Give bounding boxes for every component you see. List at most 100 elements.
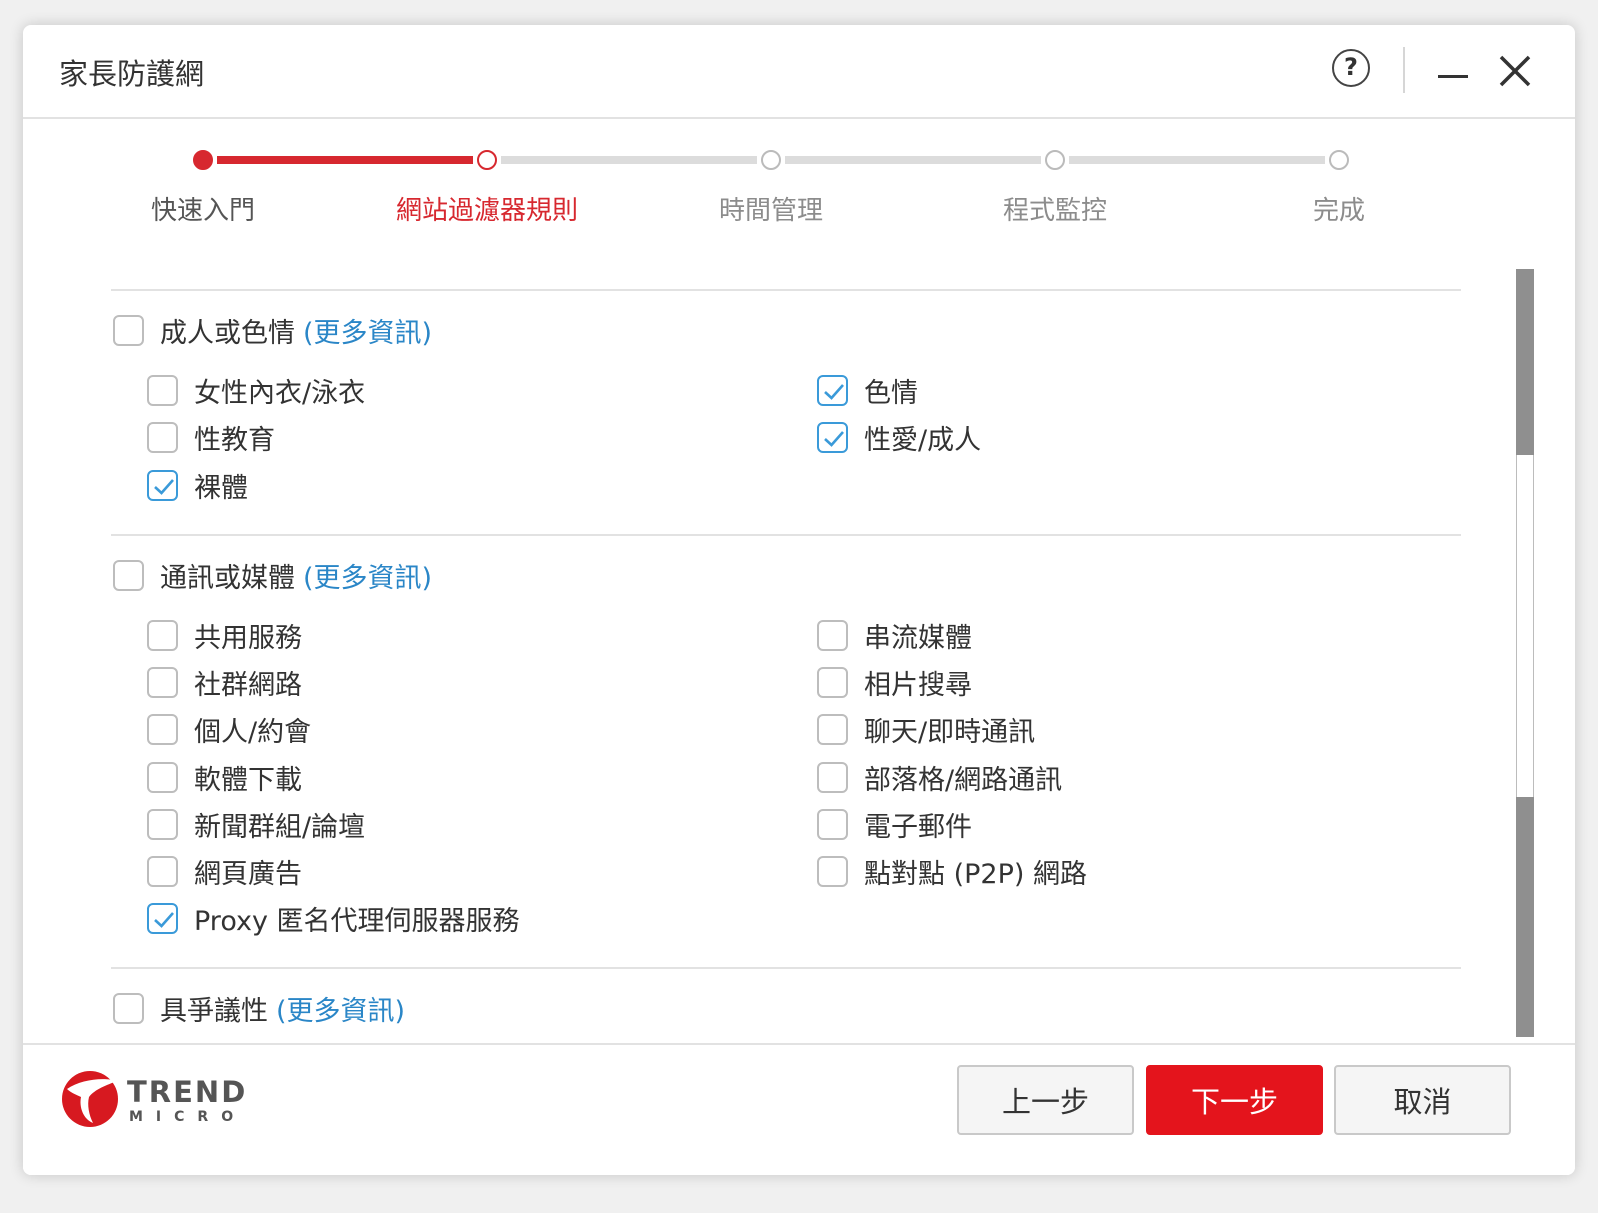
subcategory-row: 相片搜尋 (817, 663, 972, 702)
app-window: 家長防護網 ? 快速入門 網站過濾器規則 時間管理 程式監控 完成 成人或色情 (更多資訊… (23, 25, 1575, 1175)
subcategory-label[interactable]: 共用服務 (194, 616, 302, 655)
logo-submark: MICRO (129, 1109, 247, 1125)
step-label-5: 完成 (1312, 196, 1366, 226)
subcategory-label[interactable]: 個人/約會 (194, 710, 311, 749)
subcategory-label[interactable]: 新聞群組/論壇 (194, 805, 365, 844)
subcategory-checkbox[interactable] (147, 761, 178, 793)
subcategory-row: 女性內衣/泳衣 (147, 371, 365, 410)
trend-micro-logo: TREND MICRO (59, 1067, 259, 1131)
more-info-link[interactable]: (更多資訊) (303, 556, 432, 595)
subcategory-checkbox[interactable] (147, 375, 178, 406)
scrollbar-thumb[interactable] (1516, 455, 1534, 797)
checkmark-icon (824, 384, 844, 400)
more-info-link[interactable]: (更多資訊) (276, 989, 405, 1028)
subcategory-row: 網頁廣告 (147, 852, 302, 891)
subcategory-label[interactable]: Proxy 匿名代理伺服器服務 (194, 899, 520, 938)
checkmark-icon (154, 912, 174, 929)
stepper-track-3 (785, 156, 1041, 164)
subcategory-label[interactable]: 相片搜尋 (864, 663, 972, 702)
subcategory-checkbox[interactable] (147, 856, 178, 888)
subcategory-row: 聊天/即時通訊 (817, 710, 1035, 749)
step-label-2: 網站過濾器規則 (395, 196, 579, 226)
minimize-button[interactable] (1436, 53, 1470, 87)
titlebar-divider (1403, 47, 1405, 93)
subcategory-checkbox[interactable] (817, 619, 848, 651)
subcategory-checkbox[interactable] (817, 422, 848, 454)
subcategory-label[interactable]: 部落格/網路通訊 (864, 758, 1062, 797)
more-info-link[interactable]: (更多資訊) (303, 311, 432, 350)
step-label-3: 時間管理 (718, 196, 824, 226)
subcategory-checkbox[interactable] (147, 903, 178, 935)
title-bar: 家長防護網 ? (23, 25, 1575, 119)
category-row: 成人或色情 (更多資訊) (113, 311, 432, 350)
subcategory-label[interactable]: 串流媒體 (864, 616, 972, 655)
subcategory-checkbox[interactable] (147, 808, 178, 840)
category-row: 具爭議性 (更多資訊) (113, 989, 405, 1028)
stepper-track-2 (501, 156, 757, 164)
subcategory-row: 裸體 (147, 466, 248, 505)
subcategory-row: 社群網路 (147, 663, 302, 702)
subcategory-label[interactable]: 裸體 (194, 466, 248, 505)
help-button[interactable]: ? (1332, 49, 1370, 87)
subcategory-row: 點對點 (P2P) 網路 (817, 852, 1087, 891)
subcategory-row: Proxy 匿名代理伺服器服務 (147, 899, 520, 938)
subcategory-checkbox[interactable] (147, 666, 178, 698)
section-divider (111, 967, 1461, 970)
step-node-5 (1329, 150, 1349, 170)
checkmark-icon (824, 431, 844, 448)
checkmark-icon (154, 478, 174, 495)
wizard-stepper: 快速入門 網站過濾器規則 時間管理 程式監控 完成 (23, 145, 1575, 245)
back-button[interactable]: 上一步 (957, 1065, 1134, 1135)
subcategory-row: 性愛/成人 (817, 418, 981, 457)
subcategory-checkbox[interactable] (817, 714, 848, 746)
subcategory-label[interactable]: 社群網路 (194, 663, 302, 702)
cancel-button[interactable]: 取消 (1334, 1065, 1511, 1135)
logo-wordmark: TREND (127, 1075, 248, 1109)
close-button[interactable] (1495, 51, 1535, 91)
next-button[interactable]: 下一步 (1146, 1065, 1323, 1135)
subcategory-row: 色情 (817, 371, 918, 410)
category-label[interactable]: 具爭議性 (160, 989, 268, 1028)
subcategory-checkbox[interactable] (817, 761, 848, 793)
category-checkbox[interactable] (113, 993, 144, 1025)
step-node-3 (761, 150, 781, 170)
subcategory-label[interactable]: 性教育 (194, 418, 275, 457)
footer-bar: TREND MICRO 上一步 下一步 取消 (23, 1043, 1575, 1175)
step-node-1 (193, 150, 213, 170)
step-node-2 (477, 150, 497, 170)
subcategory-checkbox[interactable] (147, 619, 178, 651)
stepper-track-4 (1069, 156, 1325, 164)
trend-micro-ball-icon (62, 1071, 118, 1127)
close-icon (1499, 55, 1531, 87)
section-divider (111, 533, 1461, 536)
section-divider (111, 289, 1461, 291)
subcategory-label[interactable]: 色情 (864, 371, 918, 410)
subcategory-row: 部落格/網路通訊 (817, 758, 1062, 797)
subcategory-checkbox[interactable] (817, 666, 848, 698)
subcategory-checkbox[interactable] (147, 714, 178, 746)
category-checkbox[interactable] (113, 559, 144, 591)
subcategory-checkbox[interactable] (147, 422, 178, 454)
category-checkbox[interactable] (113, 315, 144, 346)
subcategory-label[interactable]: 網頁廣告 (194, 852, 302, 891)
subcategory-label[interactable]: 女性內衣/泳衣 (194, 371, 365, 410)
subcategory-row: 串流媒體 (817, 616, 972, 655)
subcategory-checkbox[interactable] (817, 808, 848, 840)
category-label[interactable]: 通訊或媒體 (160, 556, 295, 595)
subcategory-row: 共用服務 (147, 616, 302, 655)
step-label-4: 程式監控 (1002, 196, 1108, 226)
subcategory-label[interactable]: 軟體下載 (194, 758, 302, 797)
category-label[interactable]: 成人或色情 (160, 311, 295, 350)
subcategory-label[interactable]: 電子郵件 (864, 805, 972, 844)
question-circle-icon: ? (1344, 53, 1358, 81)
step-node-4 (1045, 150, 1065, 170)
subcategory-checkbox[interactable] (817, 375, 848, 406)
subcategory-checkbox[interactable] (147, 469, 178, 501)
subcategory-row: 個人/約會 (147, 710, 311, 749)
subcategory-row: 電子郵件 (817, 805, 972, 844)
subcategory-label[interactable]: 性愛/成人 (864, 418, 981, 457)
subcategory-label[interactable]: 聊天/即時通訊 (864, 710, 1035, 749)
subcategory-checkbox[interactable] (817, 856, 848, 888)
subcategory-label[interactable]: 點對點 (P2P) 網路 (864, 852, 1087, 891)
stepper-track-1 (217, 156, 473, 164)
